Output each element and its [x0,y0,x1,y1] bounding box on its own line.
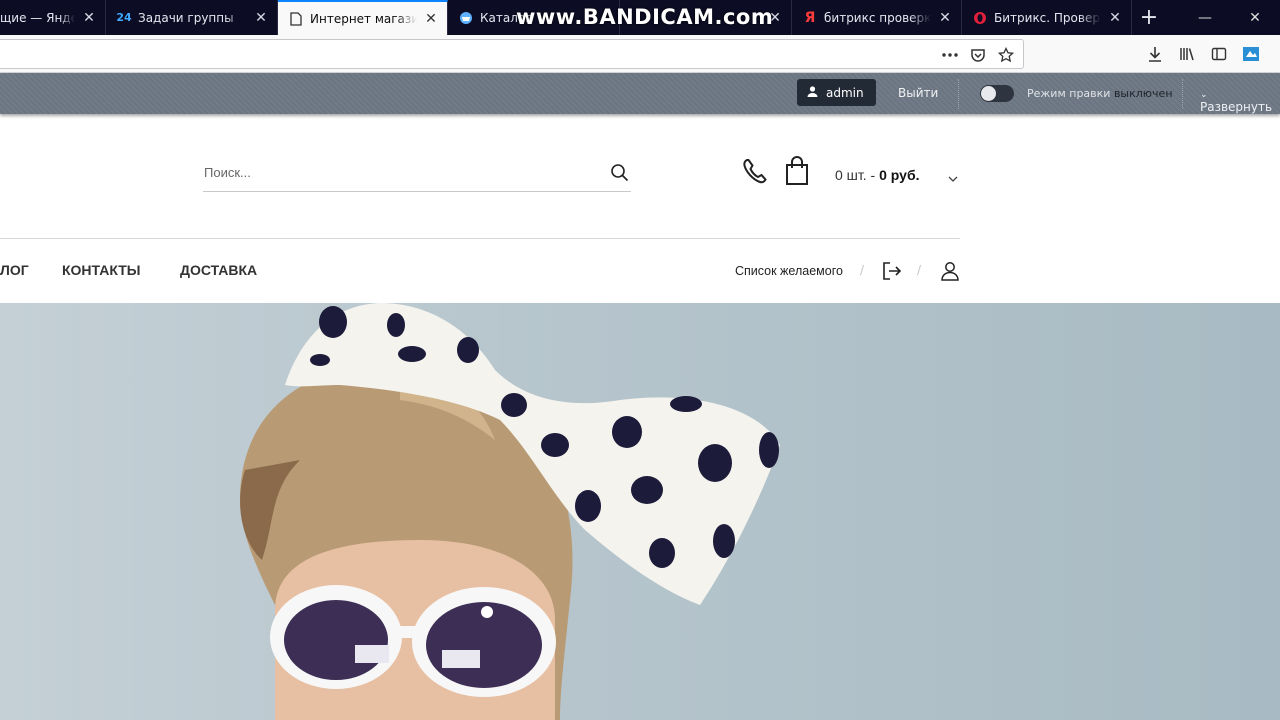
url-input[interactable] [0,40,897,68]
admin-panel: admin Выйти Режим правки выключен ⌄ Разв… [0,73,1280,114]
nav-item-delivery[interactable]: ДОСТАВКА [180,262,257,278]
tab-title: Каталог [480,10,532,25]
close-tab-icon[interactable]: ✕ [767,10,783,26]
chevron-down-icon[interactable] [947,170,959,189]
search-input[interactable] [203,155,593,189]
page-actions-icon[interactable] [939,44,961,66]
pocket-icon[interactable] [967,44,989,66]
tab-title: битрикс проверка н [824,10,931,25]
opera-icon [972,10,988,26]
bookmark-star-icon[interactable] [995,44,1017,66]
basket-icon [458,10,474,26]
tab-title: щие — Яндекс [0,10,75,25]
cart-count: 0 шт. [835,167,867,183]
nav-divider: / [860,263,865,277]
cart-summary[interactable]: 0 шт. - 0 руб. [835,167,920,183]
close-tab-icon[interactable]: ✕ [81,10,97,26]
hero-illustration [240,303,780,720]
close-tab-icon[interactable]: ✕ [1107,10,1123,26]
phone-icon[interactable] [741,157,769,189]
cart-separator: - [866,167,880,183]
browser-tab[interactable]: Каталог [448,0,620,35]
nav-divider: / [917,263,922,277]
browser-tab[interactable]: ✕ [620,0,792,35]
window-controls: — ✕ [1180,0,1280,35]
edit-mode-status: Режим правки выключен [1027,87,1173,100]
expand-panel-button[interactable]: ⌄ Развернуть [1200,86,1280,114]
edit-mode-state: выключен [1113,87,1173,100]
toggle-knob [981,86,996,101]
close-tab-icon[interactable]: ✕ [937,10,953,26]
hero-banner-image [0,303,1280,720]
browser-tab-active[interactable]: Интернет магазин ж ✕ [278,0,448,35]
logout-link[interactable]: Выйти [898,86,938,100]
tab-title: Битрикс. Проверка [994,10,1101,25]
download-icon[interactable] [1144,43,1166,65]
browser-tab[interactable]: щие — Яндекс ✕ [0,0,106,35]
expand-label: Развернуть [1200,100,1273,114]
admin-username: admin [826,85,864,100]
library-icon[interactable] [1176,43,1198,65]
close-tab-icon[interactable]: ✕ [253,10,269,26]
tab-title: Интернет магазин ж [310,11,417,26]
browser-tab[interactable]: 24 Задачи группы ✕ [106,0,278,35]
page-icon [288,11,304,27]
sidebar-icon[interactable] [1208,43,1230,65]
close-window-icon[interactable]: ✕ [1230,10,1280,26]
browser-tab[interactable]: Битрикс. Проверка ✕ [962,0,1132,35]
tab-title: Задачи группы [138,10,234,25]
panel-divider [958,79,959,109]
logout-icon[interactable] [882,261,902,285]
browser-tab-strip: щие — Яндекс ✕ 24 Задачи группы ✕ Интерн… [0,0,1280,35]
chevron-down-icon: ⌄ [1200,90,1208,100]
search-icon[interactable] [610,163,629,186]
edit-mode-toggle[interactable] [980,85,1014,102]
search-box [203,155,631,192]
new-tab-button[interactable]: + [1132,0,1166,35]
header-divider [0,238,960,239]
bitrix24-icon: 24 [116,11,132,24]
browser-tab[interactable]: Я битрикс проверка н ✕ [792,0,962,35]
browser-toolbar [0,35,1280,73]
shopping-bag-icon[interactable] [785,156,809,190]
screenshot-extension-icon[interactable] [1240,43,1262,65]
wishlist-link[interactable]: Список желаемого [735,264,843,278]
minimize-icon[interactable]: — [1180,10,1230,26]
nav-item-catalog[interactable]: ЛОГ [0,262,29,278]
yandex-icon: Я [804,9,816,26]
user-account-icon[interactable] [940,261,960,285]
close-tab-icon[interactable]: ✕ [423,11,439,27]
edit-mode-label: Режим правки [1027,87,1111,100]
nav-item-contacts[interactable]: КОНТАКТЫ [62,262,140,278]
cart-sum: 0 руб. [879,167,920,183]
user-icon [807,85,818,100]
admin-user-button[interactable]: admin [797,79,876,106]
panel-divider [1182,79,1183,109]
url-bar[interactable] [0,39,1024,69]
